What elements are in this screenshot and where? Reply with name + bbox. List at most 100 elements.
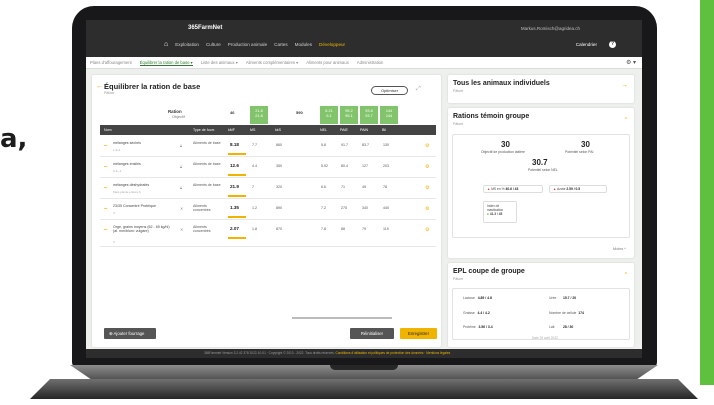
all-animals-card[interactable]: Tous les animaux individuels Pâtoer →	[448, 75, 634, 103]
header-c4-cell: 144 144	[380, 106, 398, 124]
kpi-nel-potential: 30.7	[532, 158, 548, 167]
remove-row-icon[interactable]: –	[104, 185, 107, 191]
header-nel-bottom: 21.8	[255, 114, 263, 118]
cell-ms: 4.4	[252, 164, 257, 168]
chevron-up-icon[interactable]: ^	[625, 117, 627, 123]
calendar-link[interactable]: Calendrier	[576, 42, 597, 47]
feed-quantity[interactable]: 12.6	[230, 163, 239, 168]
cell-nel: 6.6	[321, 185, 326, 189]
col-header-kmf[interactable]: kMF	[228, 128, 235, 132]
col-header-ms[interactable]: MS	[250, 128, 255, 132]
sub-navigation: Plans d'affouragement Équilibrer la rati…	[86, 57, 642, 69]
cell-kks: 890	[276, 206, 282, 210]
epl-graisse-label: Graisse	[463, 311, 475, 315]
col-header-kks[interactable]: kkS	[275, 128, 281, 132]
table-row[interactable]: – mélanges ensilés 0.3+-1 🔒︎ Aliments de…	[100, 157, 436, 178]
feed-name: mélanges séchés	[113, 141, 141, 145]
cell-paie: 80.4	[341, 164, 348, 168]
header-c1-cell: 6.21 6.1	[320, 106, 338, 124]
info-icon[interactable]: ⚙	[425, 143, 429, 149]
feed-type: Aliments de base	[193, 162, 221, 166]
cell-pain: 49	[362, 185, 366, 189]
col-header-name[interactable]: Nom	[104, 128, 112, 132]
nav-item-production-animale[interactable]: Production animale	[228, 42, 267, 47]
subnav-item-administration[interactable]: Administration	[357, 60, 384, 65]
lock-icon[interactable]: 🔒︎	[180, 143, 182, 148]
save-button[interactable]: Enregistrer	[400, 328, 437, 339]
col-header-pain[interactable]: PAIN	[360, 128, 368, 132]
nav-item-developpeur[interactable]: Développeur	[319, 42, 345, 47]
chevron-up-icon[interactable]: ^	[625, 272, 627, 278]
epl-proteine-label: Protéine	[463, 325, 476, 329]
expand-icon[interactable]: ⤢	[416, 86, 421, 93]
nav-item-modules[interactable]: Modules	[295, 42, 312, 47]
nav-item-culture[interactable]: Culture	[206, 42, 221, 47]
table-row[interactable]: – 23/35 Concentré Protéique 3 ✕ Aliments…	[100, 199, 436, 220]
close-icon[interactable]: ✕	[180, 206, 183, 211]
cell-ms: 1.2	[252, 206, 257, 210]
arrow-right-icon[interactable]: →	[621, 82, 628, 89]
epl-uree: Urée 15.7 / 20	[549, 296, 576, 300]
epl-lait-label: Lait	[549, 325, 555, 329]
subnav-item-plans[interactable]: Plans d'affouragement	[90, 60, 132, 65]
header-c1-bottom: 6.1	[326, 114, 332, 118]
nav-item-cartes[interactable]: Cartes	[274, 42, 288, 47]
mastication-index-label: Index de mastication	[487, 204, 504, 212]
quantity-underline	[228, 153, 246, 155]
remove-row-icon[interactable]: –	[104, 227, 107, 233]
feed-quantity[interactable]: 2.07	[230, 226, 239, 231]
header-nel-cell: 21.8 21.8	[250, 106, 268, 124]
epl-title: EPL coupe de groupe	[453, 268, 525, 275]
cell-ms: 1.8	[252, 227, 257, 231]
info-icon[interactable]: ⚙	[425, 227, 429, 233]
table-row[interactable]: – Orge, grains moyens (62 - 69 kg/hl) (a…	[100, 220, 436, 247]
col-header-nel[interactable]: NEL	[320, 128, 327, 132]
feed-quantity[interactable]: 21.9	[230, 184, 239, 189]
feed-table-body: – mélanges séchés 1.3+1 🔒︎ Aliments de b…	[100, 136, 436, 247]
subnav-item-aliments[interactable]: Aliments pour animaux	[306, 60, 349, 65]
user-email[interactable]: Markus.Romisch@agridea.ch	[521, 26, 580, 31]
less-toggle[interactable]: Moins ^	[613, 247, 626, 251]
gear-icon[interactable]: ⚙ ▾	[626, 59, 636, 66]
optimize-button[interactable]: Optimiser	[371, 86, 408, 95]
info-icon[interactable]: ⚙	[425, 185, 429, 191]
help-icon[interactable]: ?	[609, 41, 616, 48]
app-logo[interactable]: 365FarmNet	[188, 25, 222, 31]
add-forage-button[interactable]: ⊕ Ajouter fourrage	[104, 328, 156, 339]
epl-cellules: Nombre de cellule 174	[549, 311, 584, 315]
table-row[interactable]: – mélanges déshydratés Mais plante entiè…	[100, 178, 436, 199]
main-nav: ⌂ Exploitation Culture Production animal…	[164, 41, 345, 48]
col-header-type[interactable]: Type de fourr.	[193, 128, 215, 132]
reset-button[interactable]: Réinitialiser	[350, 328, 394, 339]
ms-percent-value: 40.6 / 43	[505, 187, 519, 191]
home-icon[interactable]: ⌂	[164, 41, 168, 48]
subnav-item-animaux[interactable]: Liste des animaux ▾	[201, 60, 238, 65]
epl-subtitle: Pâtoer	[453, 277, 464, 281]
nav-item-exploitation[interactable]: Exploitation	[175, 42, 199, 47]
subnav-item-complementaires[interactable]: Aliments complémentaires ▾	[246, 60, 298, 65]
subnav-item-equilibrer[interactable]: Équilibrer la ration de base ▾	[139, 60, 193, 66]
remove-row-icon[interactable]: –	[104, 206, 107, 212]
quantity-underline	[228, 195, 246, 197]
info-icon[interactable]: ⚙	[425, 206, 429, 212]
azote-label: Azote	[557, 187, 566, 191]
table-row[interactable]: – mélanges séchés 1.3+1 🔒︎ Aliments de b…	[100, 136, 436, 157]
info-icon[interactable]: ⚙	[425, 164, 429, 170]
horizontal-scrollbar[interactable]	[292, 317, 392, 319]
feed-quantity[interactable]: 8.18	[230, 142, 239, 147]
calendar-area: Calendrier ?	[576, 41, 616, 48]
feed-quantity[interactable]: 1.35	[230, 205, 239, 210]
back-arrow-icon[interactable]: ←	[96, 83, 103, 90]
remove-row-icon[interactable]: –	[104, 143, 107, 149]
footer-legal-link[interactable]: Conditions d'utilisation et politiques d…	[335, 351, 450, 355]
col-header-paie[interactable]: PAIE	[340, 128, 348, 132]
epl-proteine: Protéine 3.56 / 3.4	[463, 325, 493, 329]
check-icon: ●	[487, 212, 489, 216]
lock-icon[interactable]: 🔒︎	[180, 185, 182, 190]
close-icon[interactable]: ✕	[180, 227, 183, 232]
col-header-bil[interactable]: Bil	[382, 128, 386, 132]
lock-icon[interactable]: 🔒︎	[180, 164, 182, 169]
epl-lait: Lait 28 / 30	[549, 325, 573, 329]
epl-date: Date 29 avril 2022	[532, 336, 558, 340]
remove-row-icon[interactable]: –	[104, 164, 107, 170]
